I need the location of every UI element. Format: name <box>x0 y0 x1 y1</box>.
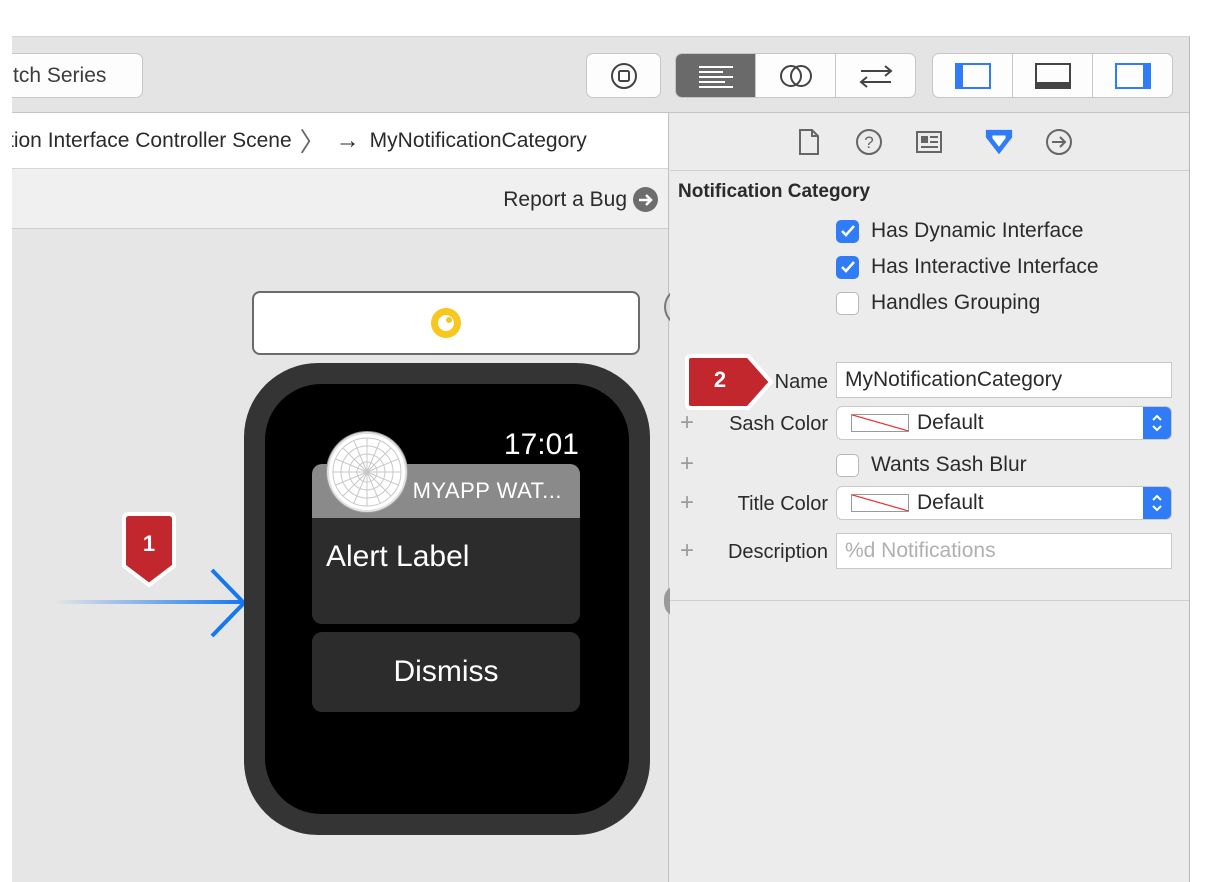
utilities-panel-button[interactable] <box>1093 54 1172 97</box>
description-label: Description <box>727 541 828 563</box>
chevron-updown-icon <box>1143 407 1171 439</box>
xcode-window: tch Series tion Interface Controller Sce… <box>12 36 1190 882</box>
has-interactive-interface-label: Has Interactive Interface <box>871 255 1099 278</box>
dismiss-button[interactable]: Dismiss <box>312 632 580 712</box>
storyboard-editor: tion Interface Controller Scene 〉 → MyNo… <box>12 113 684 882</box>
storyboard-canvas[interactable]: 1 17:01 MYAPP WAT... Alert Label Dismiss <box>12 229 684 882</box>
navigator-panel-icon <box>954 62 991 89</box>
assistant-editor-icon <box>779 64 812 87</box>
tab-quick-help[interactable]: ? <box>854 127 884 157</box>
name-field[interactable]: MyNotificationCategory <box>836 362 1172 398</box>
navigator-panel-button[interactable] <box>933 54 1013 97</box>
breadcrumb-scene[interactable]: tion Interface Controller Scene <box>12 129 292 153</box>
name-label: Name <box>774 371 828 393</box>
scheme-selector-button[interactable]: tch Series <box>12 53 143 98</box>
step-badge-1-label: 1 <box>142 531 156 556</box>
inspector-divider <box>670 600 1189 601</box>
wants-sash-blur-label: Wants Sash Blur <box>871 453 1027 476</box>
checkmark-icon <box>836 255 859 279</box>
handles-grouping-checkbox[interactable]: Handles Grouping <box>836 291 1040 315</box>
file-inspector-icon <box>799 129 819 155</box>
sash-color-value: Default <box>917 411 984 434</box>
connections-inspector-icon <box>1046 129 1072 155</box>
standard-editor-icon <box>698 65 733 88</box>
tab-attributes-inspector[interactable] <box>984 127 1014 157</box>
breadcrumb-separator: 〉 <box>299 127 326 157</box>
report-bug-link[interactable]: Report a Bug <box>503 187 658 212</box>
color-swatch-icon <box>851 414 909 432</box>
watch-screen: 17:01 MYAPP WAT... Alert Label Dismiss <box>265 384 629 814</box>
chevron-updown-icon <box>1143 487 1171 519</box>
entry-arrow-icon[interactable] <box>208 568 248 638</box>
unchecked-box-icon <box>836 453 859 477</box>
watch-time: 17:01 <box>503 428 579 461</box>
editor-subbar: Report a Bug <box>12 169 668 229</box>
attributes-inspector-icon <box>985 129 1013 155</box>
svg-text:?: ? <box>864 133 873 152</box>
toolbar: tch Series <box>12 37 1189 113</box>
version-editor-button[interactable] <box>836 54 915 97</box>
arrow-right-icon: → <box>335 126 360 154</box>
tab-file-inspector[interactable] <box>794 127 824 157</box>
unchecked-box-icon <box>836 291 859 315</box>
tab-identity-inspector[interactable] <box>914 127 944 157</box>
debug-panel-icon <box>1034 62 1071 89</box>
section-title: Notification Category <box>678 181 871 202</box>
stop-button[interactable] <box>586 53 661 98</box>
editor-mode-control <box>675 53 916 98</box>
has-dynamic-interface-label: Has Dynamic Interface <box>871 219 1084 242</box>
attributes-inspector: ? Notification Category Has Dynamic Inte… <box>670 113 1189 882</box>
plus-icon[interactable]: + <box>680 450 694 478</box>
sash-color-label: Sash Color <box>729 413 828 435</box>
has-interactive-interface-checkbox[interactable]: Has Interactive Interface <box>836 255 1099 279</box>
arrow-circle-icon <box>633 187 658 212</box>
color-swatch-icon <box>851 494 909 512</box>
alert-label: Alert Label <box>326 540 470 573</box>
assistant-editor-button[interactable] <box>756 54 836 97</box>
debug-panel-button[interactable] <box>1013 54 1093 97</box>
utilities-panel-icon <box>1114 62 1151 89</box>
description-field[interactable]: %d Notifications <box>836 533 1172 569</box>
wants-sash-blur-checkbox[interactable]: Wants Sash Blur <box>836 453 1027 477</box>
sash-color-popup[interactable]: Default <box>836 406 1172 440</box>
screenshot-stage: tch Series tion Interface Controller Sce… <box>0 0 1222 882</box>
panel-visibility-control <box>932 53 1173 98</box>
inspector-tabs: ? <box>670 113 1189 171</box>
checkmark-icon <box>836 219 859 243</box>
breadcrumb-target[interactable]: MyNotificationCategory <box>370 129 587 153</box>
app-icon <box>327 432 407 512</box>
interface-controller-icon <box>431 308 461 338</box>
sash-title: MYAPP WAT... <box>412 478 562 503</box>
tab-connections-inspector[interactable] <box>1044 127 1074 157</box>
has-dynamic-interface-checkbox[interactable]: Has Dynamic Interface <box>836 219 1083 243</box>
breadcrumb: tion Interface Controller Scene 〉 → MyNo… <box>12 113 668 169</box>
scene-dock[interactable] <box>252 291 640 355</box>
notification-body[interactable]: Alert Label <box>312 518 580 624</box>
title-color-label: Title Color <box>737 493 828 515</box>
version-editor-icon <box>858 64 893 88</box>
watch-device: 17:01 MYAPP WAT... Alert Label Dismiss <box>244 363 650 835</box>
scheme-label: tch Series <box>13 63 107 87</box>
title-color-popup[interactable]: Default <box>836 486 1172 520</box>
handles-grouping-label: Handles Grouping <box>871 291 1041 314</box>
quick-help-icon: ? <box>856 129 882 155</box>
stop-icon <box>610 62 637 89</box>
report-bug-label: Report a Bug <box>503 187 627 211</box>
title-color-value: Default <box>917 491 984 514</box>
standard-editor-button[interactable] <box>676 54 756 97</box>
identity-inspector-icon <box>916 131 942 153</box>
